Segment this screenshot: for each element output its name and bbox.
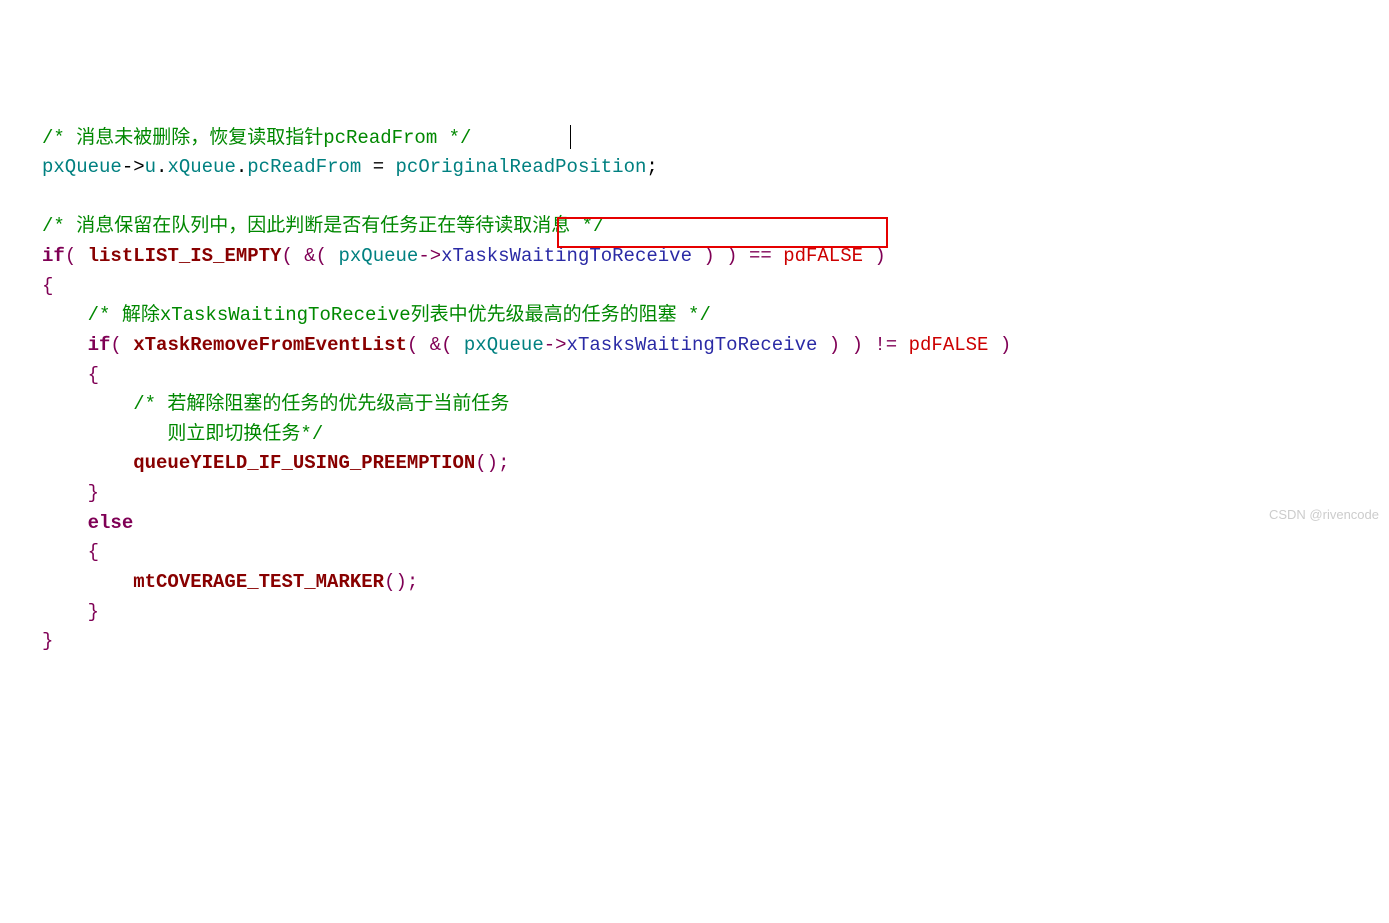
keyword-else: else <box>88 512 134 534</box>
keyword-if: if <box>42 245 65 267</box>
function-call: xTaskRemoveFromEventList <box>133 334 407 356</box>
comment-line: 则立即切换任务*/ <box>133 423 323 445</box>
comment-line: /* 消息未被删除，恢复读取指针pcReadFrom */ <box>42 127 471 149</box>
comment-line: /* 消息保留在队列中，因此判断是否有任务正在等待读取消息 */ <box>42 215 604 237</box>
macro-call: listLIST_IS_EMPTY <box>88 245 282 267</box>
comment-line: /* 解除xTasksWaitingToReceive列表中优先级最高的任务的阻… <box>88 304 711 326</box>
code-block: /* 消息未被删除，恢复读取指针pcReadFrom */ pxQueue->u… <box>0 124 1389 657</box>
keyword-if: if <box>88 334 111 356</box>
watermark-text: CSDN @rivencode <box>1269 505 1379 525</box>
function-call: queueYIELD_IF_USING_PREEMPTION <box>133 452 475 474</box>
identifier: pxQueue <box>42 156 122 178</box>
function-call: mtCOVERAGE_TEST_MARKER <box>133 571 384 593</box>
comment-line: /* 若解除阻塞的任务的优先级高于当前任务 <box>133 393 509 415</box>
